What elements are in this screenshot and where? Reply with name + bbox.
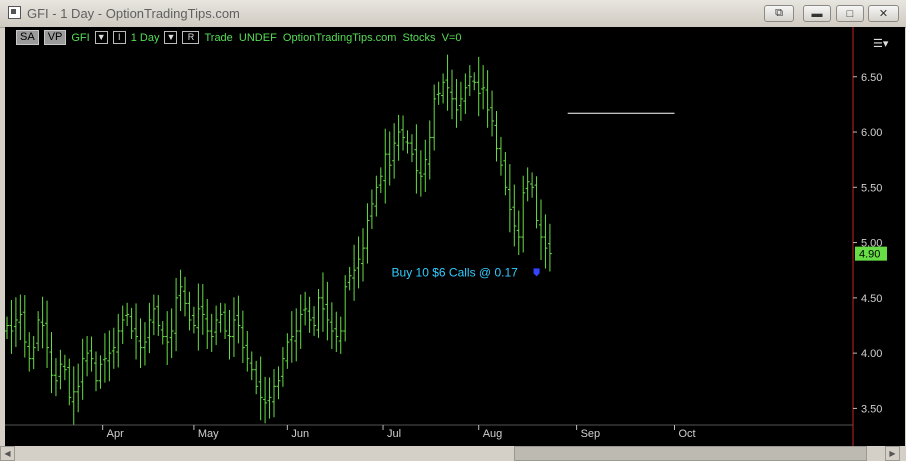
title-bar: GFI - 1 Day - OptionTradingTips.com ⧉ ▬ … (0, 0, 906, 28)
buy-marker-icon[interactable] (533, 268, 540, 277)
chart-info-text: Trade UNDEF OptionTradingTips.com Stocks… (204, 31, 462, 44)
minimize-icon[interactable]: ▬ (803, 5, 831, 22)
scroll-left-arrow-icon[interactable]: ◀ (0, 446, 15, 461)
y-tick-label: 6.50 (861, 72, 882, 84)
y-tick-label: 4.50 (861, 293, 882, 305)
restore-icon[interactable]: ⧉ (764, 5, 794, 22)
trade-annotation: Buy 10 $6 Calls @ 0.17 (392, 265, 519, 279)
last-price-label: 4.90 (859, 249, 880, 261)
interval-label[interactable]: 1 Day (131, 32, 160, 44)
app-icon (8, 6, 21, 19)
chart-menu-icon[interactable]: ☰▾ (873, 37, 888, 50)
x-tick-label: Apr (107, 428, 124, 440)
indicator-dropdown-icon[interactable]: I (112, 31, 126, 44)
sa-button[interactable]: SA (16, 30, 39, 45)
close-icon[interactable]: ✕ (868, 5, 899, 22)
y-tick-label: 4.00 (861, 348, 882, 360)
x-tick-label: Oct (679, 428, 696, 440)
r-dropdown[interactable]: R (182, 31, 200, 44)
scroll-thumb[interactable] (514, 446, 867, 461)
vp-button[interactable]: VP (43, 30, 67, 45)
maximize-icon[interactable]: □ (836, 5, 864, 22)
price-chart[interactable]: 3.504.004.505.005.506.006.50Apr May Jun Jul… (5, 27, 905, 446)
x-tick-label: Jun (291, 428, 309, 440)
y-tick-label: 6.00 (861, 127, 882, 139)
x-tick-label: Aug (483, 428, 503, 440)
y-tick-label: 5.50 (861, 182, 882, 194)
symbol-label[interactable]: GFI (71, 32, 89, 44)
scroll-right-arrow-icon[interactable]: ▶ (885, 446, 900, 461)
chart-pane[interactable]: 3.50 4.00 4.50 5.00 5.50 6.00 6.50 Apr May Jun Jul… (5, 27, 905, 446)
symbol-dropdown-icon[interactable]: ▼ (94, 31, 108, 44)
window-title: GFI - 1 Day - OptionTradingTips.com (27, 6, 240, 21)
horizontal-scrollbar[interactable]: ◀ ▶ (0, 446, 906, 461)
y-tick-label: 3.50 (861, 403, 882, 415)
chart-toolbar: SA VP GFI ▼ I 1 Day ▼ R Trade UNDEF Opti… (16, 30, 462, 45)
interval-dropdown-icon[interactable]: ▼ (164, 31, 178, 44)
x-tick-label: Jul (387, 428, 401, 440)
x-tick-label: Sep (581, 428, 601, 440)
x-tick-label: May (198, 428, 219, 440)
